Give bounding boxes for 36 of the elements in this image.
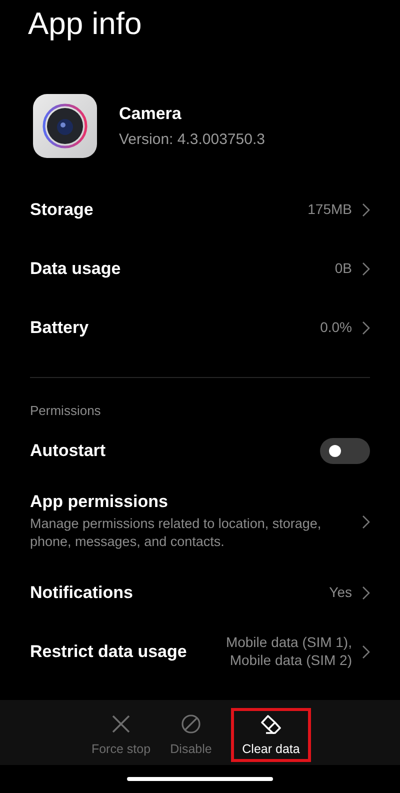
app-name: Camera [119,104,182,124]
setting-row[interactable]: Restrict data usage Mobile data (SIM 1), Mobile data (SIM 2) [0,622,400,681]
eraser-icon [260,714,282,734]
setting-label: Notifications [30,582,134,602]
camera-app-icon [33,94,97,158]
close-icon [111,714,131,734]
setting-row[interactable]: App permissions Manage permissions related to location, storage, phone, messages, and contacts. [0,480,400,563]
setting-label: Data usage [30,258,122,278]
chevron-icon [362,514,370,528]
setting-value: Mobile data (SIM 1), Mobile data (SIM 2) [226,634,352,669]
setting-label: Battery [30,318,90,338]
setting-description: Manage permissions related to location, storage, phone, messages, and contacts. [30,515,322,551]
setting-label: App permissions [30,492,169,512]
setting-value: 0.0% [320,318,352,336]
setting-label: Storage [30,200,94,220]
toggle-switch[interactable] [320,438,370,464]
setting-label: Autostart [30,440,107,460]
action-button[interactable]: Clear data [231,708,311,762]
setting-label: Restrict data usage [30,642,188,662]
setting-value: Yes [329,584,352,602]
setting-row[interactable]: Notifications Yes [0,563,400,622]
setting-row[interactable]: Battery 0.0% [0,298,400,357]
setting-value: 175MB [308,200,352,218]
chevron-icon [362,202,370,216]
page-title: App info [27,5,143,43]
chevron-icon [362,586,370,600]
setting-value: 0B [334,260,352,278]
block-icon [181,714,201,734]
setting-row[interactable]: Data usage 0B [0,239,400,298]
chevron-icon [362,262,370,276]
section-header: Permissions [29,402,102,420]
setting-row[interactable]: Storage 175MB [0,180,400,239]
app-version: Version: 4.3.003750.3 [119,131,265,148]
chevron-icon [362,644,370,658]
chevron-icon [362,320,370,334]
setting-row[interactable]: Autostart [0,421,400,480]
